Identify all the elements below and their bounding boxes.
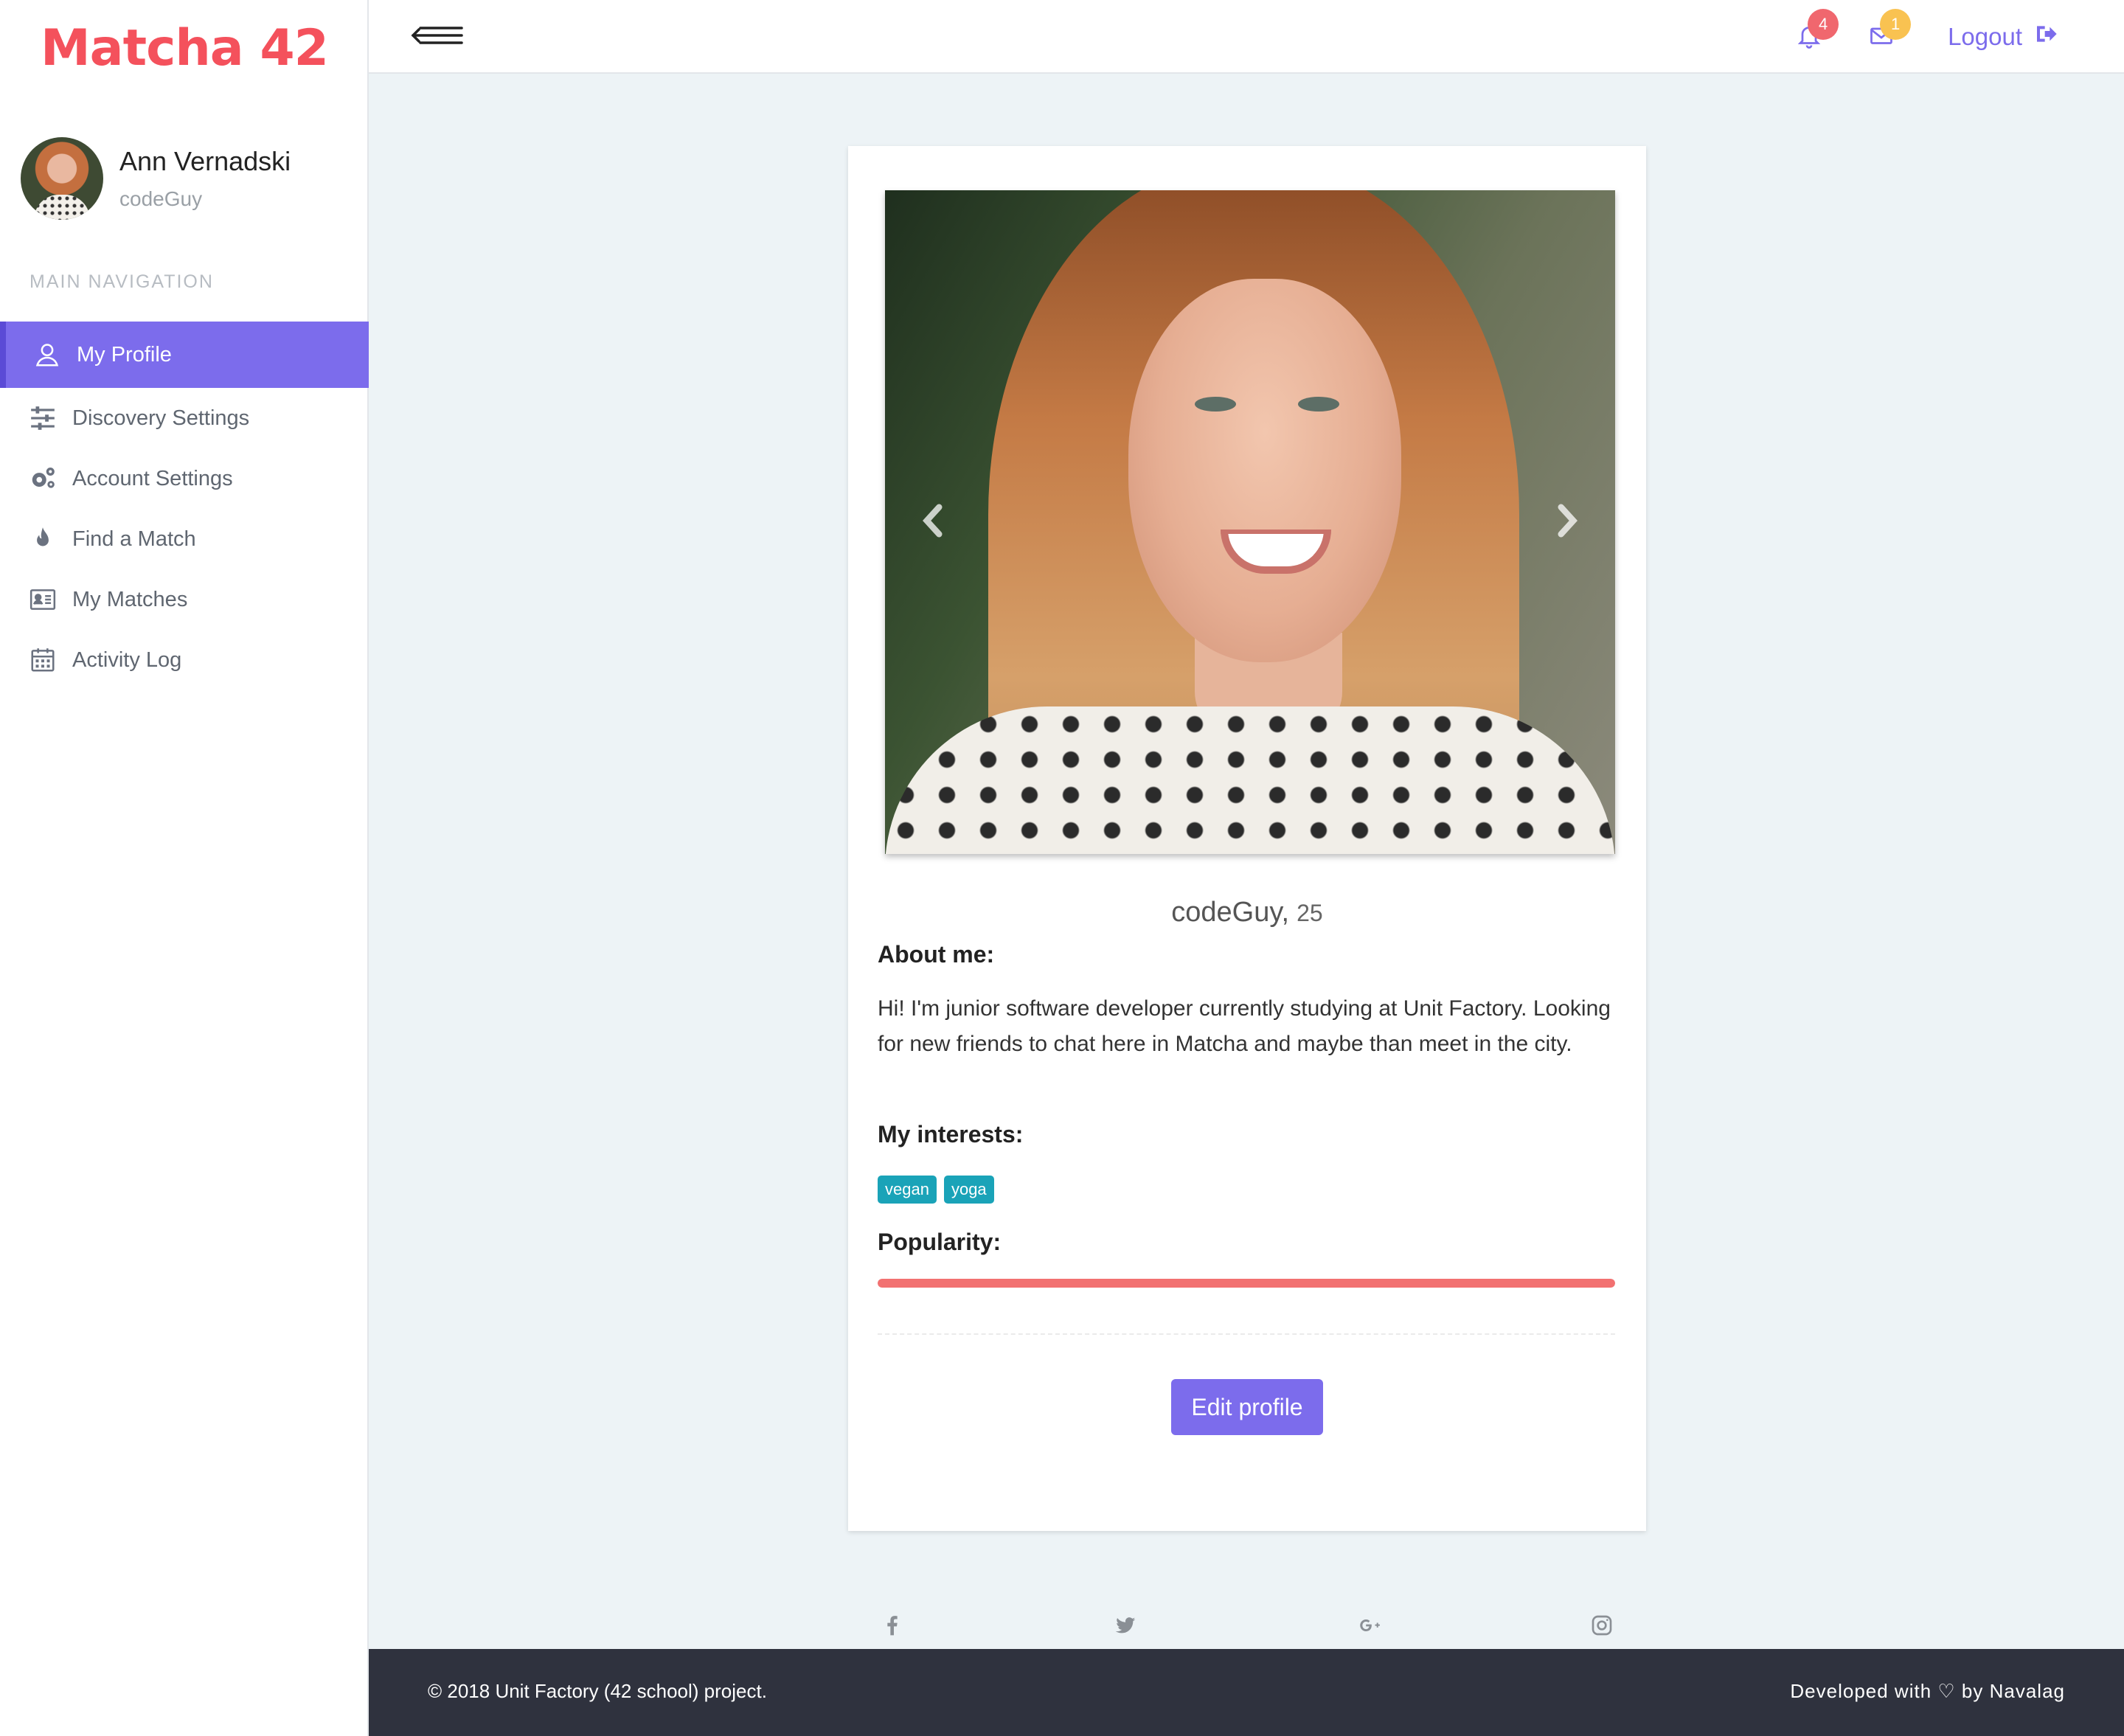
sidebar-item-label: Account Settings [72, 466, 233, 490]
sidebar-item-label: My Profile [77, 342, 172, 367]
menu-toggle-icon[interactable] [410, 21, 465, 50]
chevron-left-icon [918, 502, 948, 543]
sign-out-icon [2022, 22, 2058, 52]
sidebar-item-my-profile[interactable]: My Profile [0, 322, 369, 388]
sidebar-item-label: Discovery Settings [72, 406, 250, 430]
popularity-bar [878, 1279, 1615, 1288]
twitter-icon [1114, 1614, 1137, 1641]
sidebar-item-label: My Matches [72, 587, 188, 611]
carousel-next-button[interactable] [1549, 496, 1586, 548]
gears-icon [27, 462, 59, 495]
facebook-link[interactable] [878, 1612, 907, 1642]
instagram-icon [1590, 1614, 1614, 1641]
footer: © 2018 Unit Factory (42 school) project.… [369, 1649, 2124, 1736]
carousel-prev-button[interactable] [914, 496, 951, 548]
profile-name: codeGuy, [1171, 897, 1290, 928]
about-title: About me: [878, 941, 995, 968]
user-login: codeGuy [119, 187, 203, 210]
logout-link[interactable]: Logout [1948, 22, 2058, 52]
sidebar: Matcha 42 Ann Vernadski codeGuy MAIN NAV… [0, 0, 369, 1736]
messages-button[interactable]: 1 [1859, 9, 1912, 59]
popularity-bar-fill [878, 1279, 1615, 1288]
sidebar-item-find-a-match[interactable]: Find a Match [0, 509, 369, 569]
twitter-link[interactable] [1111, 1612, 1140, 1642]
id-card-icon [27, 583, 59, 616]
user-full-name: Ann Vernadski [119, 146, 291, 176]
footer-credits: Developed with ♡ by Navalag [1790, 1680, 2065, 1702]
interest-tags: vegan yoga [878, 1176, 1002, 1204]
topbar: 4 1 Logout [369, 0, 2124, 74]
fire-icon [27, 523, 59, 555]
popularity-title: Popularity: [878, 1229, 1002, 1255]
profile-age: 25 [1297, 900, 1323, 926]
main-navigation: My Profile Discovery Settings Account Se… [0, 322, 369, 690]
sidebar-item-activity-log[interactable]: Activity Log [0, 630, 369, 690]
footer-copyright: © 2018 Unit Factory (42 school) project. [428, 1680, 767, 1702]
facebook-icon [881, 1614, 904, 1641]
sidebar-item-my-matches[interactable]: My Matches [0, 569, 369, 630]
sliders-icon [27, 402, 59, 434]
sidebar-item-label: Activity Log [72, 647, 182, 672]
google-plus-icon [1358, 1614, 1382, 1641]
profile-name-age: codeGuy, 25 [848, 897, 1646, 928]
interest-tag[interactable]: vegan [878, 1176, 937, 1204]
nav-header: MAIN NAVIGATION [30, 271, 214, 292]
interest-tag[interactable]: yoga [943, 1176, 994, 1204]
brand-logo[interactable]: Matcha 42 [0, 0, 369, 96]
user-panel: Ann Vernadski codeGuy [21, 137, 291, 220]
interests-title: My interests: [878, 1121, 1024, 1148]
calendar-icon [27, 644, 59, 676]
google-plus-link[interactable] [1348, 1612, 1392, 1642]
messages-badge: 1 [1880, 9, 1912, 40]
notifications-button[interactable]: 4 [1787, 9, 1839, 59]
profile-card: codeGuy, 25 About me: Hi! I'm junior soft… [848, 146, 1646, 1635]
about-text: Hi! I'm junior software developer curren… [878, 996, 1611, 1056]
profile-photo-carousel[interactable] [885, 190, 1615, 854]
instagram-link[interactable] [1587, 1612, 1617, 1642]
edit-profile-button[interactable]: Edit profile [1171, 1379, 1323, 1435]
sidebar-item-discovery-settings[interactable]: Discovery Settings [0, 388, 369, 448]
chevron-right-icon [1552, 502, 1582, 543]
logout-label: Logout [1948, 23, 2022, 50]
user-icon [31, 338, 63, 371]
divider [878, 1333, 1615, 1335]
sidebar-item-label: Find a Match [72, 527, 196, 551]
avatar[interactable] [21, 137, 103, 220]
sidebar-item-account-settings[interactable]: Account Settings [0, 448, 369, 509]
notifications-badge: 4 [1808, 9, 1839, 40]
